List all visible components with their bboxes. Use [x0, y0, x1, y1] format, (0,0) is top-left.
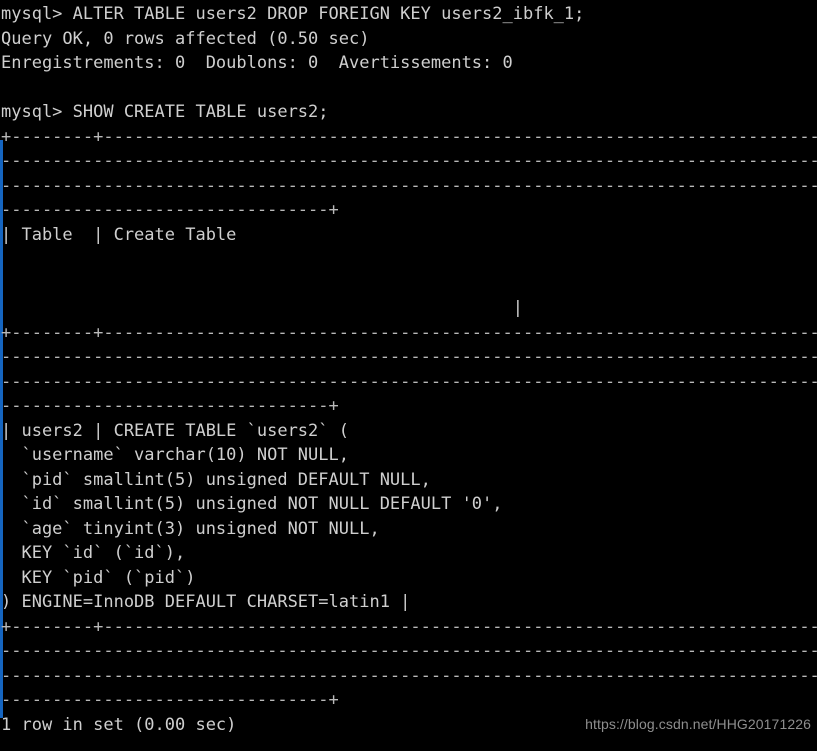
terminal-line-l17: --------------------------------+ [1, 396, 339, 416]
terminal-line-l22: `age` tinyint(3) unsigned NOT NULL, [1, 518, 380, 539]
terminal-line-l21: `id` smallint(5) unsigned NOT NULL DEFAU… [1, 494, 503, 514]
terminal-line-l06: +--------+------------------------------… [1, 126, 817, 147]
terminal-window[interactable]: mysql> ALTER TABLE users2 DROP FOREIGN K… [0, 0, 817, 751]
terminal-line-l09: --------------------------------+ [1, 200, 339, 220]
terminal-line-l18: | users2 | CREATE TABLE `users2` ( [1, 420, 349, 441]
terminal-line-l16: ----------------------------------------… [1, 371, 817, 392]
terminal-line-l07: ----------------------------------------… [1, 151, 817, 171]
terminal-line-l02: Query OK, 0 rows affected (0.50 sec) [1, 28, 370, 49]
terminal-line-l03: Enregistrements: 0 Doublons: 0 Avertisse… [1, 53, 513, 73]
terminal-line-l29: --------------------------------+ [1, 690, 339, 710]
terminal-line-l27: ----------------------------------------… [1, 641, 817, 661]
terminal-line-l13: | [1, 298, 523, 318]
terminal-line-l01: mysql> ALTER TABLE users2 DROP FOREIGN K… [1, 4, 585, 24]
terminal-screen[interactable]: mysql> ALTER TABLE users2 DROP FOREIGN K… [0, 2, 817, 737]
terminal-line-l05: mysql> SHOW CREATE TABLE users2; [1, 102, 329, 122]
watermark-url: https://blog.csdn.net/HHG20171226 [585, 716, 811, 732]
terminal-line-l28: ----------------------------------------… [1, 665, 817, 686]
terminal-line-l19: `username` varchar(10) NOT NULL, [1, 445, 349, 465]
terminal-line-l08: ----------------------------------------… [1, 175, 817, 196]
terminal-line-l26: +--------+------------------------------… [1, 616, 817, 637]
terminal-line-l25: ) ENGINE=InnoDB DEFAULT CHARSET=latin1 | [1, 592, 411, 612]
terminal-line-l20: `pid` smallint(5) unsigned DEFAULT NULL, [1, 469, 431, 490]
terminal-line-l24: KEY `pid` (`pid`) [1, 567, 196, 588]
terminal-line-l10: | Table | Create Table [1, 224, 237, 245]
terminal-line-l23: KEY `id` (`id`), [1, 543, 186, 563]
terminal-line-l12 [0, 272, 817, 297]
terminal-line-l11 [0, 247, 817, 272]
terminal-line-l04 [0, 76, 817, 101]
terminal-line-l15: ----------------------------------------… [1, 347, 817, 367]
terminal-line-l14: +--------+------------------------------… [1, 322, 817, 343]
